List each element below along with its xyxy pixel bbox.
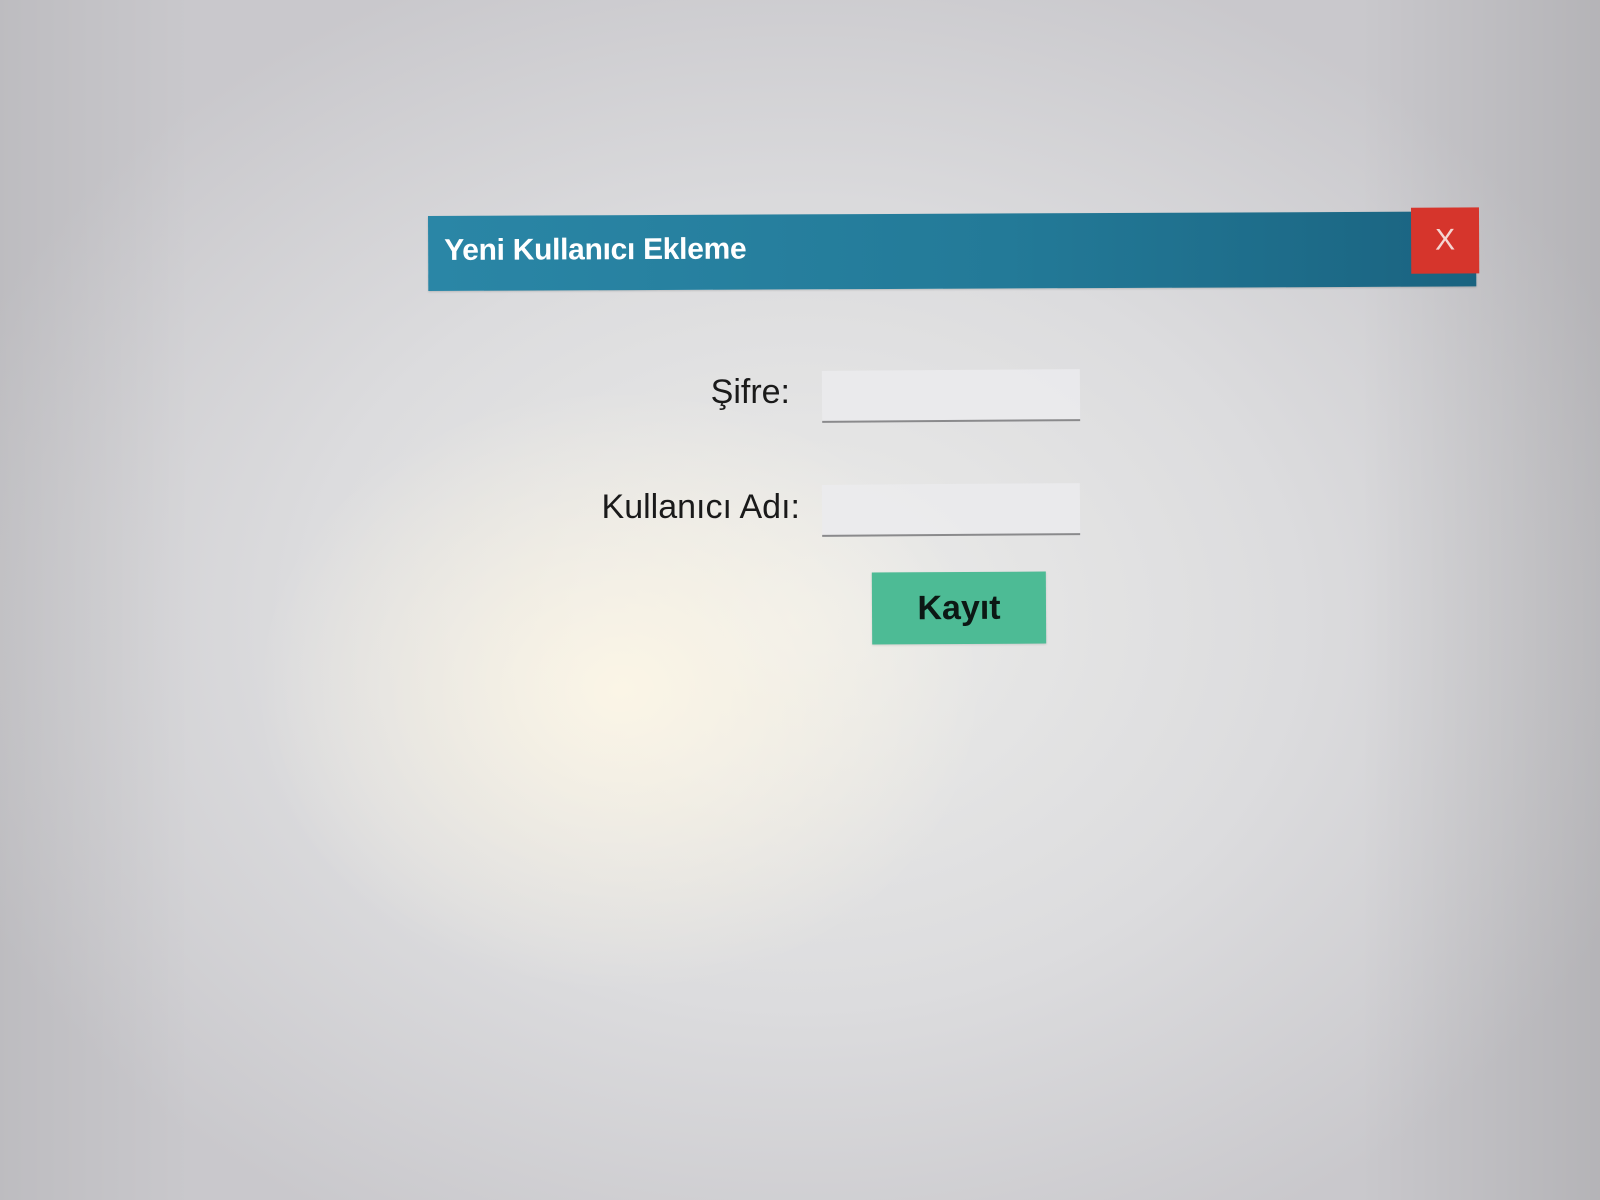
close-icon: X <box>1435 223 1456 257</box>
username-label: Kullanıcı Adı: <box>601 488 800 526</box>
close-button[interactable]: X <box>1410 207 1480 274</box>
dialog-title: Yeni Kullanıcı Ekleme <box>444 232 747 267</box>
password-label: Şifre: <box>710 373 790 411</box>
screen-vignette <box>0 0 1600 1200</box>
dialog-titlebar: Yeni Kullanıcı Ekleme X <box>428 207 1480 291</box>
password-input[interactable] <box>821 369 1081 423</box>
save-button[interactable]: Kayıt <box>871 571 1047 645</box>
username-input[interactable] <box>821 483 1081 537</box>
